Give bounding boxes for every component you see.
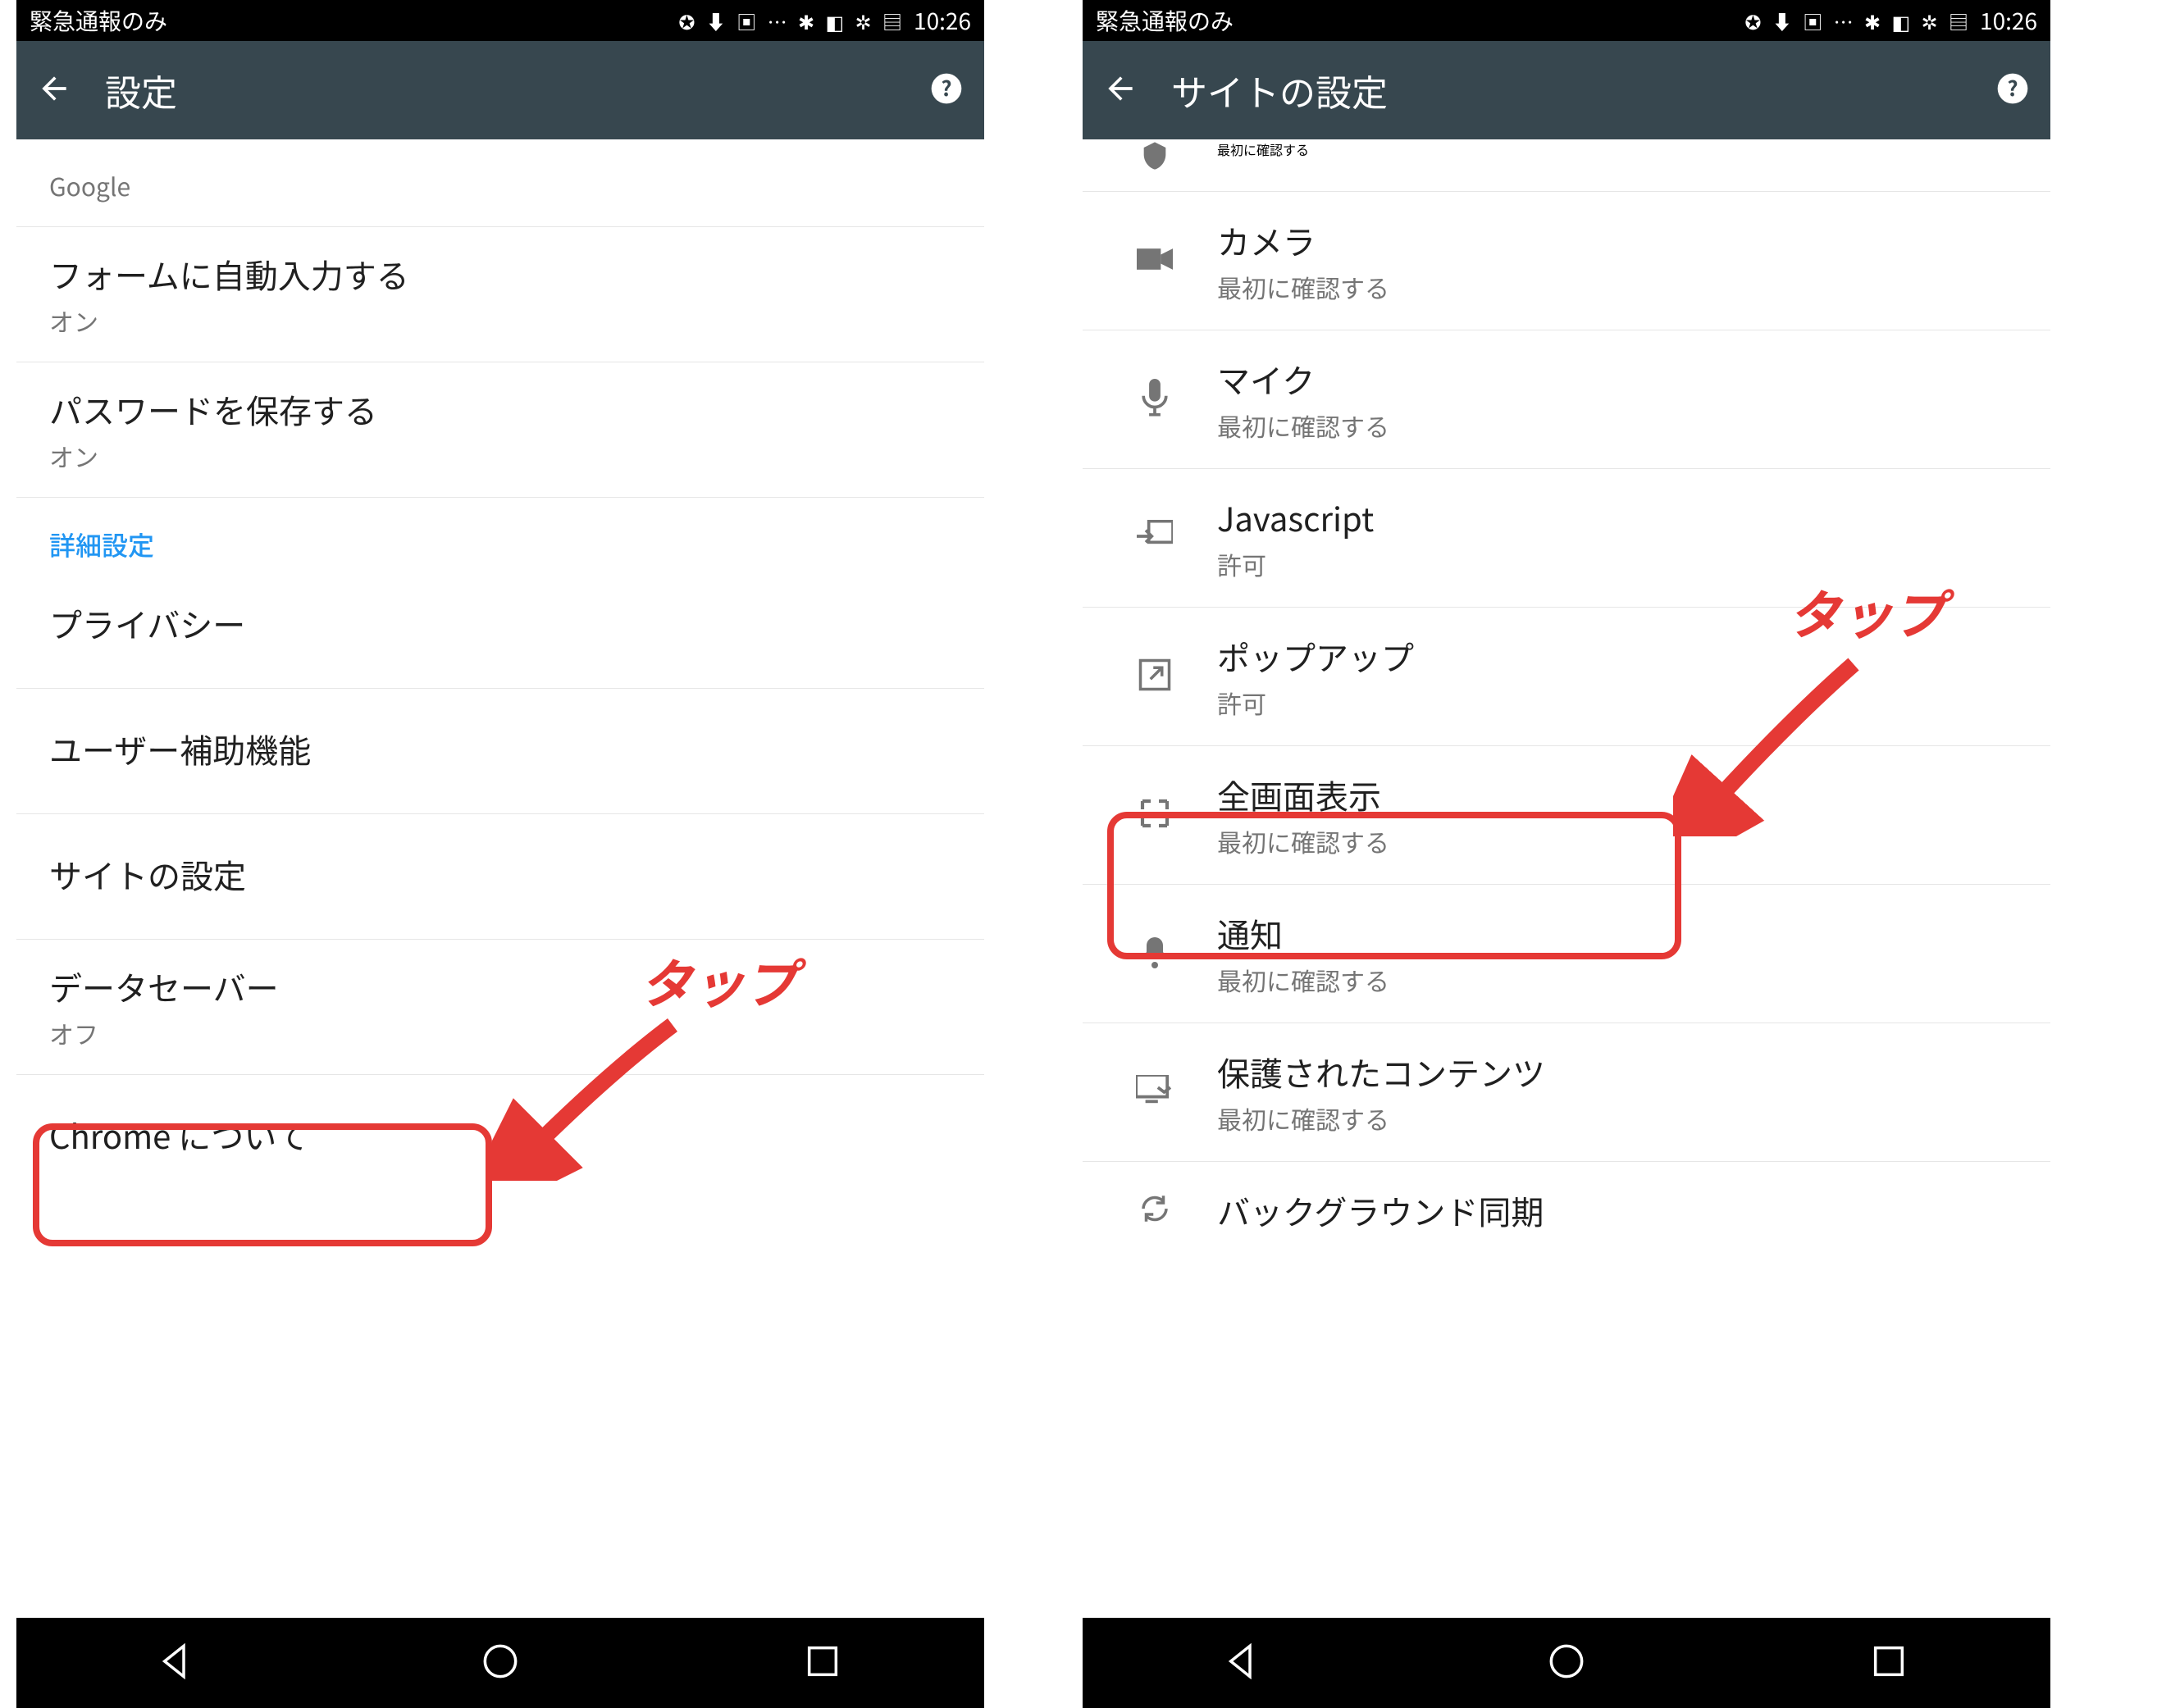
- row-protected[interactable]: 保護されたコンテンツ 最初に確認する: [1083, 1023, 2050, 1162]
- row-bgsync[interactable]: バックグラウンド同期: [1083, 1162, 2050, 1259]
- fullscreen-icon: [1132, 797, 1178, 834]
- javascript-icon: [1132, 520, 1178, 557]
- site-settings-title: サイトの設定: [49, 850, 951, 898]
- location-sub: 最初に確認する: [1217, 139, 1309, 159]
- row-password[interactable]: パスワードを保存する オン: [16, 362, 984, 498]
- notify-sub: 最初に確認する: [1217, 962, 2018, 998]
- camera-icon: [1132, 245, 1178, 277]
- protected-content-icon: [1132, 1075, 1178, 1110]
- back-icon[interactable]: [36, 71, 72, 111]
- row-notifications[interactable]: 通知 最初に確認する: [1083, 885, 2050, 1023]
- svg-text:?: ?: [941, 72, 951, 102]
- sync-icon: [1132, 1191, 1178, 1230]
- camera-title: カメラ: [1217, 216, 2018, 264]
- nav-recent-icon[interactable]: [800, 1638, 846, 1688]
- autofill-sub: オン: [49, 303, 951, 339]
- nav-home-icon[interactable]: [477, 1638, 523, 1688]
- row-location-partial[interactable]: 最初に確認する: [1083, 139, 2050, 192]
- password-sub: オン: [49, 438, 951, 474]
- google-sub: Google: [49, 167, 951, 203]
- nav-recent-icon-r[interactable]: [1866, 1638, 1912, 1688]
- location-icon: [1132, 139, 1178, 176]
- row-site-settings[interactable]: サイトの設定: [16, 814, 984, 940]
- camera-sub: 最初に確認する: [1217, 269, 2018, 305]
- arrow-left: [492, 1009, 705, 1181]
- carrier-label: 緊急通報のみ: [30, 4, 167, 37]
- popup-sub: 許可: [1217, 685, 2018, 721]
- status-bar: 緊急通報のみ ✪ ⬇ ▣ ⋯ ✱ ◧ ✲ ▤ 10:26: [16, 0, 984, 41]
- row-accessibility[interactable]: ユーザー補助機能: [16, 689, 984, 814]
- status-icons-r: ✪ ⬇ ▣ ⋯ ✱ ◧ ✲ ▤: [1744, 7, 1972, 35]
- row-camera[interactable]: カメラ 最初に確認する: [1083, 192, 2050, 330]
- accessibility-title: ユーザー補助機能: [49, 725, 951, 772]
- nav-home-icon-r[interactable]: [1544, 1638, 1589, 1688]
- autofill-title: フォームに自動入力する: [49, 250, 951, 298]
- fullscreen-sub: 最初に確認する: [1217, 823, 2018, 859]
- privacy-title: プライバシー: [49, 599, 951, 647]
- status-icons: ✪ ⬇ ▣ ⋯ ✱ ◧ ✲ ▤: [678, 7, 905, 35]
- protected-title: 保護されたコンテンツ: [1217, 1048, 2018, 1095]
- popup-icon: [1132, 658, 1178, 696]
- svg-text:?: ?: [2007, 72, 2018, 102]
- app-bar-r: サイトの設定 ?: [1083, 41, 2050, 139]
- arrow-right: [1673, 648, 1886, 836]
- page-title: 設定: [105, 64, 896, 116]
- protected-sub: 最初に確認する: [1217, 1100, 2018, 1136]
- fullscreen-title: 全画面表示: [1217, 771, 2018, 818]
- nav-back-icon[interactable]: [155, 1638, 201, 1688]
- help-icon-r[interactable]: ?: [1995, 71, 2031, 111]
- tap-label-left: タップ: [640, 943, 797, 1018]
- app-bar: 設定 ?: [16, 41, 984, 139]
- notify-title: 通知: [1217, 909, 2018, 957]
- row-autofill[interactable]: フォームに自動入力する オン: [16, 227, 984, 362]
- mic-icon: [1132, 379, 1178, 421]
- page-title-r: サイトの設定: [1171, 64, 1962, 116]
- back-icon-r[interactable]: [1102, 71, 1138, 111]
- tap-label-right: タップ: [1788, 574, 1945, 649]
- row-mic[interactable]: マイク 最初に確認する: [1083, 330, 2050, 469]
- bgsync-title: バックグラウンド同期: [1217, 1186, 2018, 1234]
- js-title: Javascript: [1217, 494, 2018, 541]
- nav-back-icon-r[interactable]: [1221, 1638, 1267, 1688]
- nav-bar: [16, 1618, 984, 1708]
- mic-title: マイク: [1217, 355, 2018, 403]
- section-advanced: 詳細設定: [16, 498, 984, 572]
- row-google[interactable]: Google: [16, 139, 984, 227]
- mic-sub: 最初に確認する: [1217, 408, 2018, 444]
- status-time-r: 10:26: [1980, 4, 2037, 37]
- row-fullscreen[interactable]: 全画面表示 最初に確認する: [1083, 746, 2050, 885]
- bell-icon: [1132, 934, 1178, 974]
- datasaver-title: データセーバー: [49, 963, 951, 1010]
- status-time: 10:26: [914, 4, 971, 37]
- status-bar-r: 緊急通報のみ ✪ ⬇ ▣ ⋯ ✱ ◧ ✲ ▤ 10:26: [1083, 0, 2050, 41]
- settings-list: Google フォームに自動入力する オン パスワードを保存する オン 詳細設定…: [16, 139, 984, 1618]
- phone-right: 緊急通報のみ ✪ ⬇ ▣ ⋯ ✱ ◧ ✲ ▤ 10:26 サイトの設定 ? 最初…: [1083, 0, 2050, 1708]
- password-title: パスワードを保存する: [49, 385, 951, 433]
- help-icon[interactable]: ?: [928, 71, 964, 111]
- site-settings-list: 最初に確認する カメラ 最初に確認する マイク 最初に確認する: [1083, 139, 2050, 1618]
- carrier-label-r: 緊急通報のみ: [1096, 4, 1234, 37]
- phone-left: 緊急通報のみ ✪ ⬇ ▣ ⋯ ✱ ◧ ✲ ▤ 10:26 設定 ? Google…: [16, 0, 984, 1708]
- row-privacy[interactable]: プライバシー: [16, 572, 984, 689]
- nav-bar-r: [1083, 1618, 2050, 1708]
